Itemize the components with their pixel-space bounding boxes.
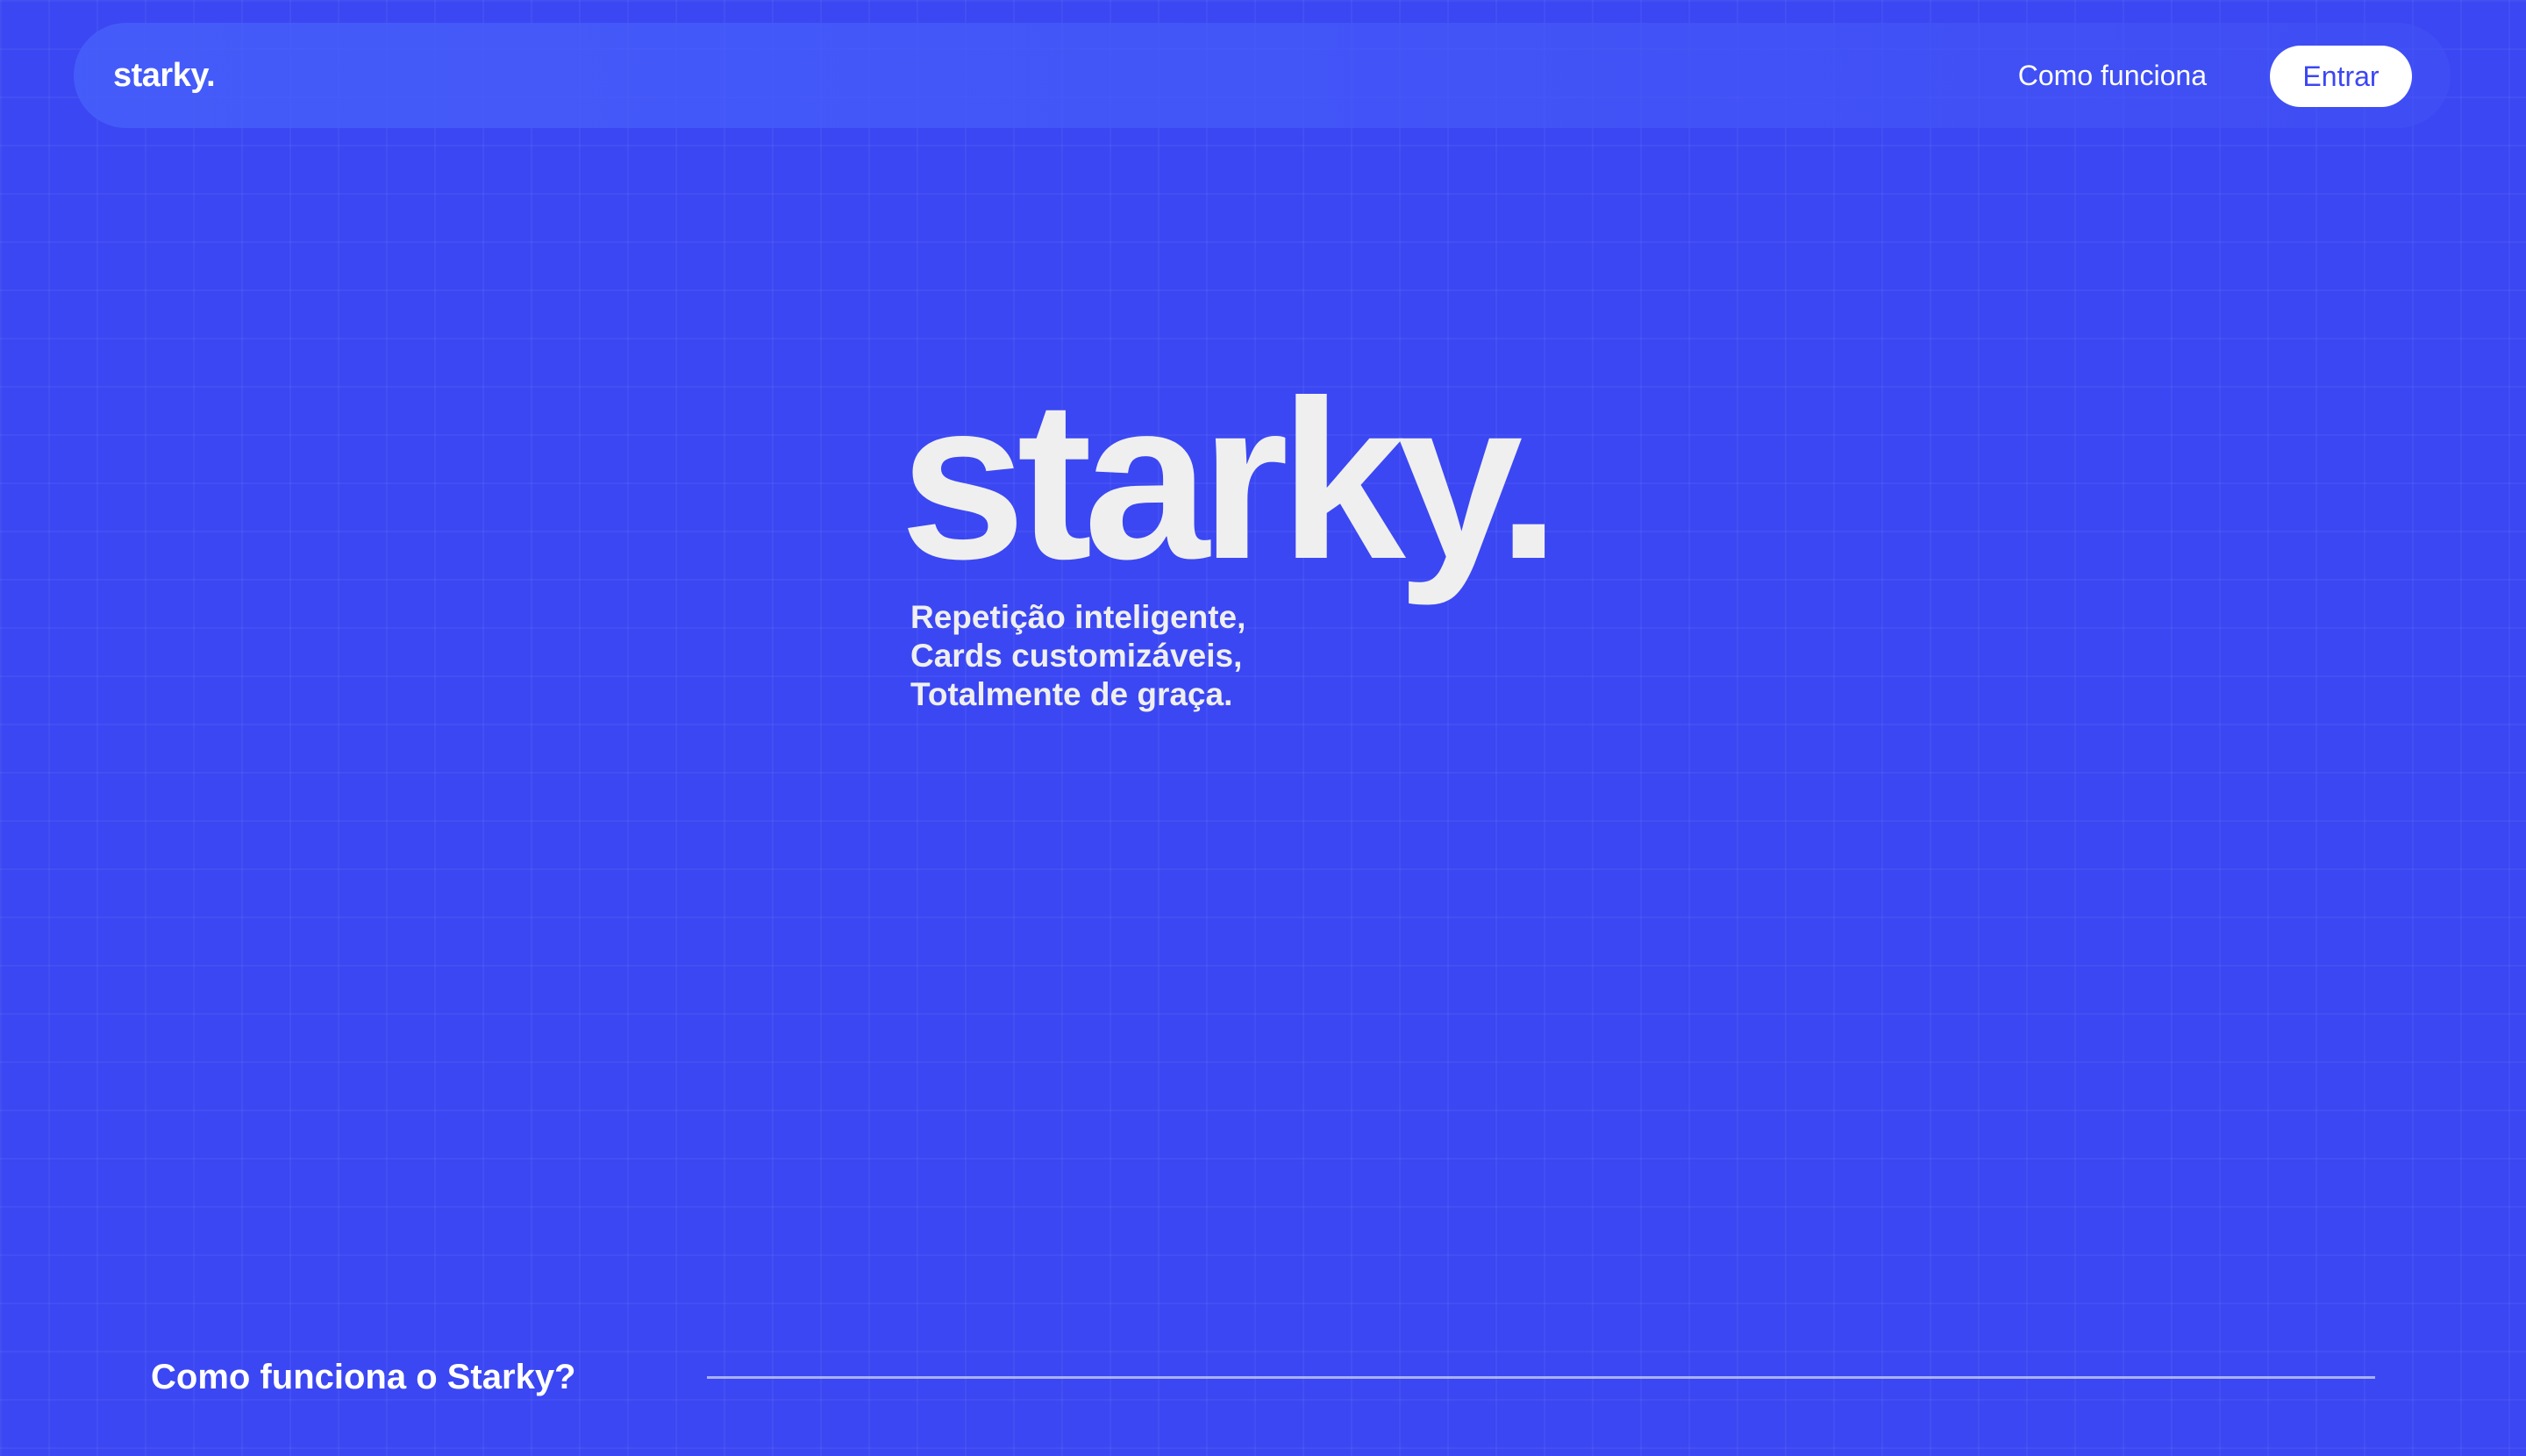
- hero-section: starky. Repetição inteligente, Cards cus…: [900, 353, 1689, 713]
- tagline-line-smart-repetition: Repetição inteligente,: [910, 599, 1246, 635]
- hero-tagline: Repetição inteligente, Cards customizáve…: [910, 598, 1245, 714]
- login-button[interactable]: Entrar: [2270, 46, 2412, 107]
- section-divider: [707, 1376, 2375, 1379]
- tagline-line-custom-cards: Cards customizáveis,: [910, 638, 1243, 674]
- tagline-line-free: Totalmente de graça.: [910, 676, 1233, 712]
- nav-link-how-it-works[interactable]: Como funciona: [2018, 23, 2207, 128]
- hero-title: starky.: [900, 353, 1560, 606]
- nav-logo[interactable]: starky.: [113, 23, 216, 128]
- how-it-works-heading: Como funciona o Starky?: [151, 1358, 576, 1396]
- top-navbar: starky. Como funciona Entrar: [74, 23, 2451, 128]
